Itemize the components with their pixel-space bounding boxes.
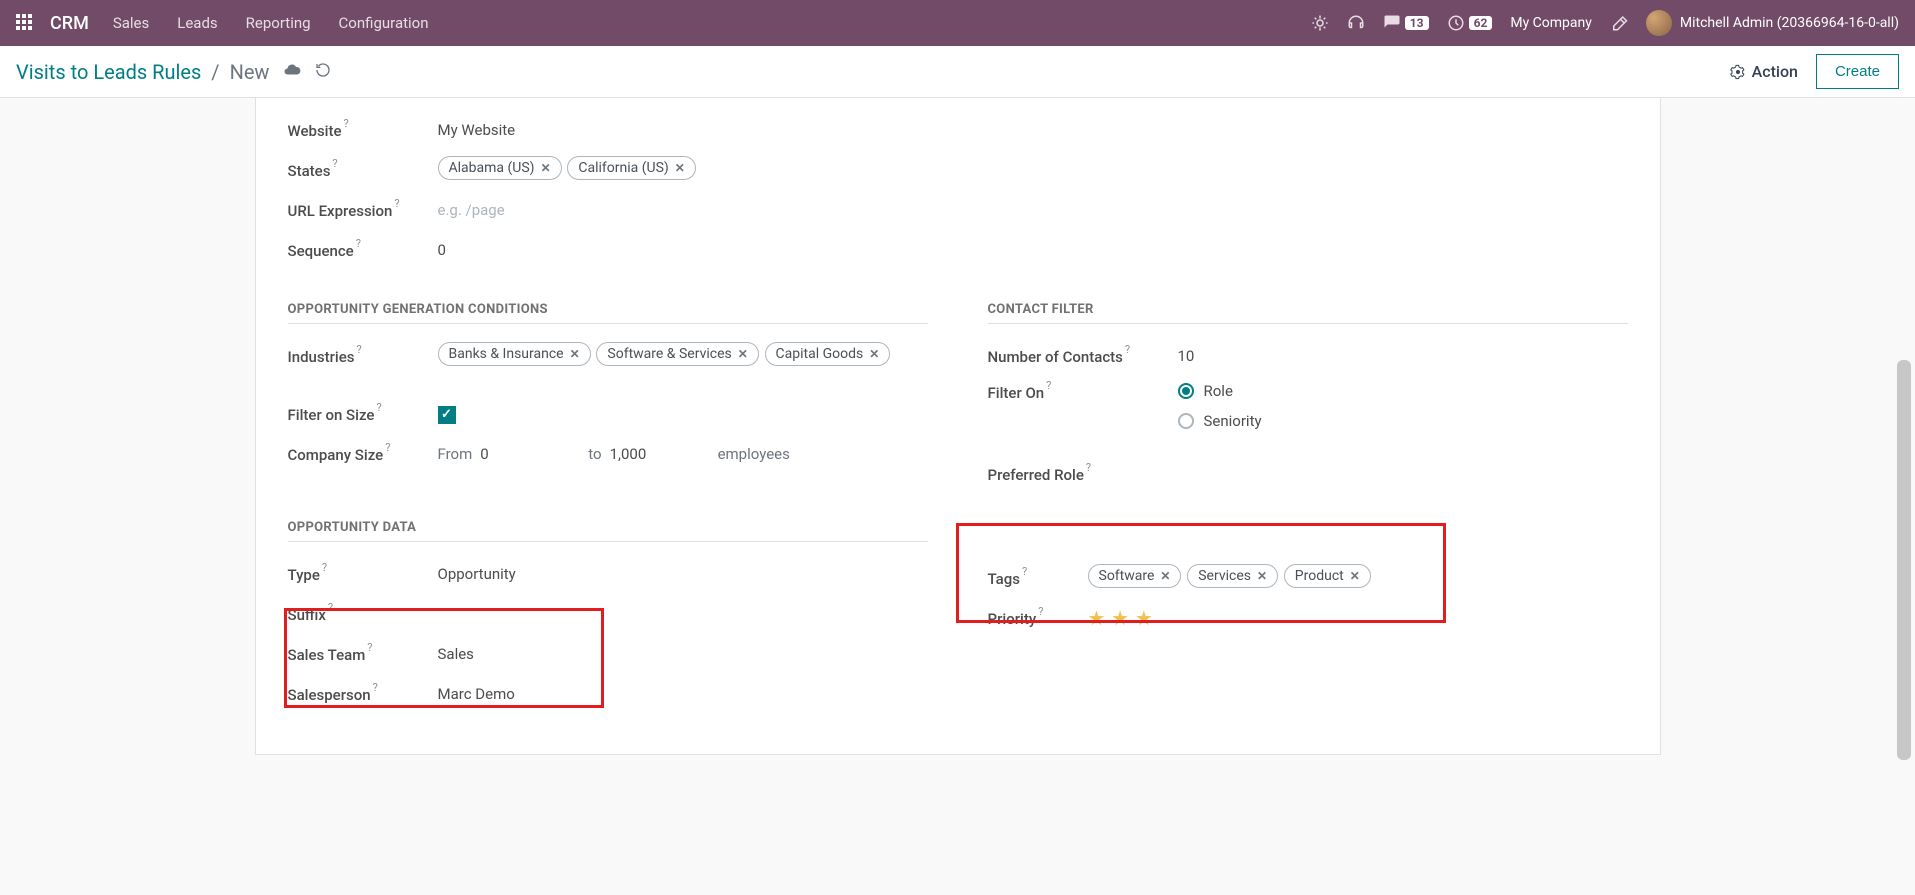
- section-conditions: Opportunity Generation Conditions: [288, 296, 928, 324]
- tag-industry[interactable]: Software & Services✕: [596, 342, 758, 366]
- action-dropdown[interactable]: Action: [1730, 62, 1798, 81]
- tools-icon[interactable]: [1610, 14, 1628, 32]
- nav-configuration[interactable]: Configuration: [339, 14, 429, 32]
- section-data: Opportunity Data: [288, 514, 928, 542]
- field-sequence[interactable]: 0: [438, 241, 1628, 259]
- tag-remove-icon[interactable]: ✕: [738, 347, 748, 361]
- nav-leads[interactable]: Leads: [177, 14, 217, 32]
- label-tags: Tags?: [988, 568, 1088, 588]
- label-sequence: Sequence?: [288, 240, 438, 260]
- label-preferred-role: Preferred Role?: [988, 464, 1178, 484]
- tag-state[interactable]: California (US)✕: [567, 156, 695, 180]
- tag-remove-icon[interactable]: ✕: [541, 161, 551, 175]
- tag-remove-icon[interactable]: ✕: [1257, 569, 1267, 583]
- tag-remove-icon[interactable]: ✕: [570, 347, 580, 361]
- company-name[interactable]: My Company: [1510, 15, 1592, 31]
- label-website: Website?: [288, 120, 438, 140]
- field-states[interactable]: Alabama (US)✕ California (US)✕: [438, 156, 1628, 184]
- tag-state[interactable]: Alabama (US)✕: [438, 156, 562, 180]
- field-tags[interactable]: Software✕ Services✕ Product✕: [1088, 564, 1628, 592]
- star-icon[interactable]: ★: [1088, 606, 1106, 630]
- label-url: URL Expression?: [288, 200, 438, 220]
- label-priority: Priority?: [988, 608, 1088, 628]
- tag-remove-icon[interactable]: ✕: [1160, 569, 1170, 583]
- messages-icon[interactable]: 13: [1383, 14, 1429, 32]
- label-suffix: Suffix?: [288, 604, 438, 624]
- tag-remove-icon[interactable]: ✕: [869, 347, 879, 361]
- label-filter-size: Filter on Size?: [288, 404, 438, 424]
- scrollbar[interactable]: [1897, 360, 1911, 760]
- label-contacts: Number of Contacts?: [988, 346, 1178, 366]
- form-sheet: Website? My Website States? Alabama (US)…: [255, 98, 1661, 755]
- label-team: Sales Team?: [288, 644, 438, 664]
- field-industries[interactable]: Banks & Insurance✕ Software & Services✕ …: [438, 342, 928, 370]
- discard-icon[interactable]: [315, 62, 331, 82]
- user-menu[interactable]: Mitchell Admin (20366964-16-0-all): [1646, 10, 1899, 36]
- label-industries: Industries?: [288, 346, 438, 366]
- label-filter-on: Filter On?: [988, 382, 1178, 402]
- messages-badge: 13: [1405, 16, 1429, 30]
- bug-icon[interactable]: [1311, 14, 1329, 32]
- tag-industry[interactable]: Banks & Insurance✕: [438, 342, 591, 366]
- field-url[interactable]: e.g. /page: [438, 201, 1628, 219]
- activities-badge: 62: [1469, 16, 1493, 30]
- field-priority[interactable]: ★ ★ ★: [1088, 606, 1628, 630]
- breadcrumb-current: New: [230, 60, 270, 84]
- activities-icon[interactable]: 62: [1447, 14, 1493, 32]
- tag-remove-icon[interactable]: ✕: [1350, 569, 1360, 583]
- label-salesperson: Salesperson?: [288, 684, 438, 704]
- breadcrumb-parent[interactable]: Visits to Leads Rules: [16, 60, 201, 84]
- tag-industry[interactable]: Capital Goods✕: [765, 342, 891, 366]
- user-name: Mitchell Admin (20366964-16-0-all): [1680, 15, 1899, 31]
- apps-icon[interactable]: [16, 14, 34, 32]
- radio-seniority[interactable]: Seniority: [1178, 412, 1628, 430]
- create-button[interactable]: Create: [1816, 54, 1899, 89]
- radio-role[interactable]: Role: [1178, 382, 1628, 400]
- field-website[interactable]: My Website: [438, 121, 1628, 139]
- cloud-save-icon[interactable]: [283, 61, 301, 83]
- tag-item[interactable]: Software✕: [1088, 564, 1182, 588]
- field-salesperson[interactable]: Marc Demo: [438, 685, 928, 703]
- star-icon[interactable]: ★: [1111, 606, 1129, 630]
- field-contacts[interactable]: 10: [1178, 347, 1628, 365]
- field-team[interactable]: Sales: [438, 645, 928, 663]
- tag-remove-icon[interactable]: ✕: [675, 161, 685, 175]
- label-type: Type?: [288, 564, 438, 584]
- star-icon[interactable]: ★: [1135, 606, 1153, 630]
- tag-item[interactable]: Product✕: [1284, 564, 1371, 588]
- label-company-size: Company Size?: [288, 444, 438, 464]
- field-company-size[interactable]: From 0 to 1,000 employees: [438, 445, 928, 463]
- tag-item[interactable]: Services✕: [1187, 564, 1278, 588]
- breadcrumb: Visits to Leads Rules / New: [16, 60, 331, 84]
- nav-menu: Sales Leads Reporting Configuration: [113, 14, 429, 32]
- label-states: States?: [288, 160, 438, 180]
- breadcrumb-sep: /: [211, 60, 219, 84]
- section-contact: Contact Filter: [988, 296, 1628, 324]
- support-icon[interactable]: [1347, 14, 1365, 32]
- checkbox-filter-size[interactable]: [438, 406, 456, 424]
- field-type[interactable]: Opportunity: [438, 565, 928, 583]
- nav-sales[interactable]: Sales: [113, 14, 149, 32]
- app-brand[interactable]: CRM: [50, 13, 89, 34]
- avatar: [1646, 10, 1672, 36]
- top-nav: CRM Sales Leads Reporting Configuration …: [0, 0, 1915, 46]
- nav-reporting[interactable]: Reporting: [246, 14, 311, 32]
- control-bar: Visits to Leads Rules / New Action Creat…: [0, 46, 1915, 98]
